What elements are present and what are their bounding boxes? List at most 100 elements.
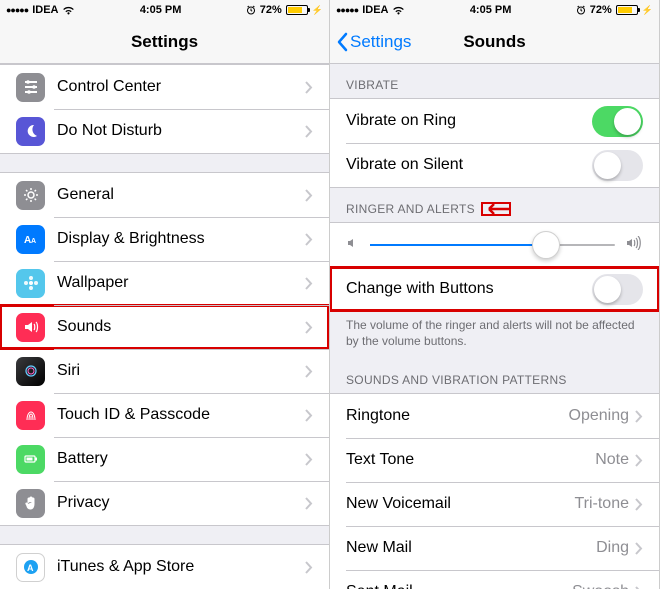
label: General bbox=[57, 186, 305, 204]
row-ringtone[interactable]: Ringtone Opening bbox=[330, 394, 659, 438]
label: Wallpaper bbox=[57, 274, 305, 292]
detail: Note bbox=[595, 451, 629, 469]
chevron-right-icon bbox=[305, 497, 313, 510]
row-general[interactable]: General bbox=[0, 173, 329, 217]
label: Change with Buttons bbox=[346, 280, 592, 298]
slider-thumb[interactable] bbox=[532, 231, 560, 259]
settings-pane: ●●●●● IDEA 4:05 PM 72% ⚡ Settings Contro… bbox=[0, 0, 330, 589]
signal-dots-icon: ●●●●● bbox=[6, 5, 28, 15]
row-voicemail[interactable]: New Voicemail Tri-tone bbox=[330, 482, 659, 526]
detail: Ding bbox=[596, 539, 629, 557]
nav-title: Sounds bbox=[463, 32, 525, 52]
row-texttone[interactable]: Text Tone Note bbox=[330, 438, 659, 482]
annotation-arrow-icon bbox=[481, 202, 511, 216]
moon-icon bbox=[22, 122, 40, 140]
chevron-right-icon bbox=[305, 233, 313, 246]
patterns-header: SOUNDS AND VIBRATION PATTERNS bbox=[330, 359, 659, 393]
appstore-icon: A bbox=[22, 558, 40, 576]
row-display[interactable]: AA Display & Brightness bbox=[0, 217, 329, 261]
row-sentmail[interactable]: Sent Mail Swoosh bbox=[330, 570, 659, 589]
status-bar: ●●●●● IDEA 4:05 PM 72% ⚡ bbox=[0, 0, 329, 20]
battery-icon bbox=[616, 5, 638, 15]
row-privacy[interactable]: Privacy bbox=[0, 481, 329, 525]
label: Sent Mail bbox=[346, 583, 572, 589]
detail: Tri-tone bbox=[574, 495, 629, 513]
volume-slider-row bbox=[330, 223, 659, 267]
row-itunes[interactable]: A iTunes & App Store bbox=[0, 545, 329, 589]
row-touchid[interactable]: Touch ID & Passcode bbox=[0, 393, 329, 437]
label: New Voicemail bbox=[346, 495, 574, 513]
vibrate-header: VIBRATE bbox=[330, 64, 659, 98]
chevron-right-icon bbox=[305, 561, 313, 574]
chevron-right-icon bbox=[305, 409, 313, 422]
battery-pct: 72% bbox=[590, 4, 612, 16]
row-control-center[interactable]: Control Center bbox=[0, 65, 329, 109]
row-battery[interactable]: Battery bbox=[0, 437, 329, 481]
sounds-pane: ●●●●● IDEA 4:05 PM 72% ⚡ Settings Sounds… bbox=[330, 0, 660, 589]
label: Do Not Disturb bbox=[57, 122, 305, 140]
alarm-icon bbox=[576, 5, 586, 15]
nav-bar: Settings Sounds bbox=[330, 20, 659, 64]
ringer-footer: The volume of the ringer and alerts will… bbox=[330, 312, 659, 359]
hand-icon bbox=[22, 494, 40, 512]
status-time: 4:05 PM bbox=[140, 4, 182, 16]
chevron-right-icon bbox=[305, 81, 313, 94]
chevron-right-icon bbox=[635, 542, 643, 555]
row-newmail[interactable]: New Mail Ding bbox=[330, 526, 659, 570]
siri-icon bbox=[22, 362, 40, 380]
back-label: Settings bbox=[350, 32, 411, 52]
chevron-left-icon bbox=[336, 32, 348, 52]
row-vibrate-on-ring[interactable]: Vibrate on Ring bbox=[330, 99, 659, 143]
detail: Swoosh bbox=[572, 583, 629, 589]
label: Touch ID & Passcode bbox=[57, 406, 305, 424]
battery-pct: 72% bbox=[260, 4, 282, 16]
back-button[interactable]: Settings bbox=[336, 32, 411, 52]
chevron-right-icon bbox=[305, 321, 313, 334]
chevron-right-icon bbox=[305, 125, 313, 138]
chevron-right-icon bbox=[635, 410, 643, 423]
label: Control Center bbox=[57, 78, 305, 96]
gear-icon bbox=[22, 186, 40, 204]
settings-list[interactable]: Control Center Do Not Disturb General AA… bbox=[0, 64, 329, 589]
label: Privacy bbox=[57, 494, 305, 512]
speaker-icon bbox=[22, 318, 40, 336]
charge-icon: ⚡ bbox=[312, 5, 323, 16]
row-do-not-disturb[interactable]: Do Not Disturb bbox=[0, 109, 329, 153]
row-siri[interactable]: Siri bbox=[0, 349, 329, 393]
speaker-min-icon bbox=[346, 236, 360, 255]
label: Battery bbox=[57, 450, 305, 468]
label: Ringtone bbox=[346, 407, 569, 425]
wifi-icon bbox=[392, 5, 405, 15]
battery-icon bbox=[286, 5, 308, 15]
label: New Mail bbox=[346, 539, 596, 557]
toggle-vibrate-on-silent[interactable] bbox=[592, 150, 643, 181]
chevron-right-icon bbox=[305, 277, 313, 290]
row-sounds[interactable]: Sounds bbox=[0, 305, 329, 349]
svg-text:A: A bbox=[31, 238, 36, 245]
row-vibrate-on-silent[interactable]: Vibrate on Silent bbox=[330, 143, 659, 187]
ringer-header: RINGER AND ALERTS bbox=[330, 188, 659, 222]
signal-dots-icon: ●●●●● bbox=[336, 5, 358, 15]
volume-slider[interactable] bbox=[370, 244, 615, 246]
label: Siri bbox=[57, 362, 305, 380]
ringer-header-label: RINGER AND ALERTS bbox=[346, 202, 475, 216]
label: iTunes & App Store bbox=[57, 558, 305, 576]
svg-text:A: A bbox=[27, 563, 34, 573]
label: Display & Brightness bbox=[57, 230, 305, 248]
speaker-max-icon bbox=[625, 236, 643, 255]
flower-icon bbox=[22, 274, 40, 292]
row-wallpaper[interactable]: Wallpaper bbox=[0, 261, 329, 305]
toggle-vibrate-on-ring[interactable] bbox=[592, 106, 643, 137]
wifi-icon bbox=[62, 5, 75, 15]
row-change-with-buttons[interactable]: Change with Buttons bbox=[330, 267, 659, 311]
text-size-icon: AA bbox=[22, 230, 40, 248]
chevron-right-icon bbox=[635, 498, 643, 511]
toggle-change-with-buttons[interactable] bbox=[592, 274, 643, 305]
chevron-right-icon bbox=[305, 365, 313, 378]
nav-title: Settings bbox=[131, 32, 198, 52]
chevron-right-icon bbox=[635, 454, 643, 467]
carrier-label: IDEA bbox=[32, 4, 58, 16]
label: Vibrate on Silent bbox=[346, 156, 592, 174]
sounds-content[interactable]: VIBRATE Vibrate on Ring Vibrate on Silen… bbox=[330, 64, 659, 589]
status-time: 4:05 PM bbox=[470, 4, 512, 16]
